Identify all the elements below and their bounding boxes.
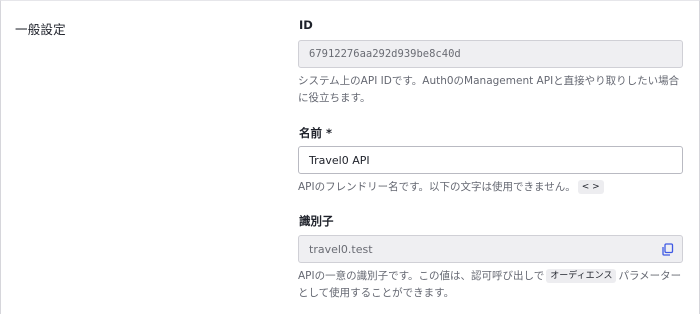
settings-panel: 一般設定 ID 67912276aa292d939be8c40d システム上のA…	[0, 0, 700, 314]
id-help-text: システム上のAPI IDです。Auth0のManagement APIと直接やり…	[298, 75, 680, 104]
identifier-help-text: APIの一意の識別子です。この値は、認可呼び出しで オーディエンス パラメーターとし…	[298, 268, 688, 302]
identifier-field[interactable]: travel0.test	[298, 235, 683, 263]
identifier-label: 識別子	[299, 214, 334, 228]
copy-icon[interactable]	[661, 243, 674, 256]
id-field[interactable]: 67912276aa292d939be8c40d	[298, 40, 683, 68]
name-value: Travel0 API	[309, 153, 370, 167]
name-input[interactable]: Travel0 API	[298, 146, 683, 174]
identifier-help-prefix: APIの一意の識別子です。この値は、認可呼び出しで	[298, 270, 545, 282]
section-title: 一般設定	[15, 22, 66, 37]
audience-chip: オーディエンス	[546, 269, 617, 283]
name-label: 名前 *	[299, 126, 333, 140]
id-label: ID	[299, 18, 313, 32]
id-value: 67912276aa292d939be8c40d	[309, 48, 461, 60]
name-help-text: APIのフレンドリー名です。以下の文字は使用できません。 < >	[298, 179, 688, 196]
name-help-prefix: APIのフレンドリー名です。以下の文字は使用できません。	[298, 181, 576, 193]
forbidden-chars-chip: < >	[577, 180, 604, 194]
identifier-value: travel0.test	[309, 242, 373, 256]
